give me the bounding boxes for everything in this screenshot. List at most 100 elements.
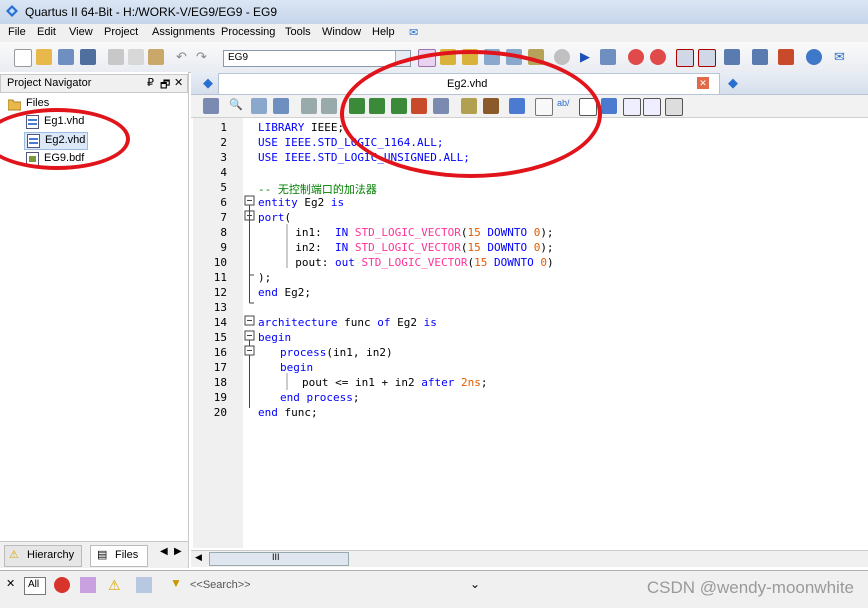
align-left-icon[interactable]	[623, 98, 641, 116]
watermark: CSDN @wendy-moonwhite	[646, 578, 854, 597]
split-view-icon[interactable]	[665, 98, 683, 116]
menu-window[interactable]: Window	[322, 26, 361, 38]
info-filter-icon[interactable]	[136, 577, 152, 593]
insert-tab-icon[interactable]	[601, 98, 617, 114]
column-marker-icon[interactable]	[579, 98, 597, 116]
close-icon[interactable]: ✕	[174, 76, 183, 89]
project-revision-combo[interactable]: EG9	[223, 50, 411, 67]
file-item-eg1[interactable]: Eg1.vhd	[26, 114, 146, 130]
line-number: 15	[213, 331, 227, 344]
line-number-toggle-icon[interactable]	[535, 98, 553, 116]
tab-files-label: Files	[115, 549, 139, 561]
file-item-eg2-selected[interactable]: Eg2.vhd	[24, 132, 88, 150]
save-icon[interactable]	[58, 49, 74, 65]
template-icon[interactable]	[203, 98, 219, 114]
copy-icon[interactable]	[128, 49, 144, 65]
tab-hierarchy[interactable]: ⚠ Hierarchy	[4, 545, 82, 567]
keyword: DOWNTO	[480, 226, 534, 239]
find-icon[interactable]: 🔍	[229, 98, 245, 114]
critical-warning-filter-icon[interactable]	[80, 577, 96, 593]
chevron-down-icon[interactable]: ⌄	[470, 577, 480, 591]
error-filter-icon[interactable]	[54, 577, 70, 593]
help-chat-icon[interactable]: ✉	[409, 26, 418, 39]
tab-eg2-vhd[interactable]: Eg2.vhd ✕	[218, 73, 720, 94]
paste-icon[interactable]	[148, 49, 164, 65]
new-file-icon[interactable]	[14, 49, 32, 67]
programmer-icon[interactable]	[724, 49, 740, 65]
redo-icon[interactable]: ↷	[196, 49, 212, 65]
menu-tools[interactable]: Tools	[285, 26, 311, 38]
fitter-icon[interactable]	[528, 49, 544, 65]
scroll-left-icon[interactable]: ◀	[195, 552, 202, 563]
tab-scroll-right-icon[interactable]: ▶	[174, 546, 184, 564]
warning-triangle-icon: ⚠	[9, 549, 19, 561]
quartus-logo-icon	[6, 5, 18, 17]
warning-filter-icon[interactable]: ⚠	[108, 577, 121, 594]
project-revision-value: EG9	[228, 52, 249, 63]
unindent-icon[interactable]	[321, 98, 337, 114]
netlist-viewer-icon[interactable]	[698, 49, 716, 67]
simulator-icon[interactable]	[752, 49, 768, 65]
float-icon[interactable]: 🗗	[160, 76, 170, 95]
pin-planner-icon[interactable]	[418, 49, 436, 67]
editor-diamond-icon[interactable]: ◆	[203, 75, 213, 91]
code-text: ;	[352, 391, 360, 404]
line-number: 18	[213, 376, 227, 389]
sopc-builder-icon[interactable]	[778, 49, 794, 65]
close-tab-icon[interactable]: ✕	[697, 77, 709, 89]
timing-icon[interactable]	[628, 49, 644, 65]
files-folder[interactable]: Files	[8, 96, 158, 112]
find-replace-icon[interactable]	[251, 98, 267, 114]
chevron-down-icon[interactable]	[395, 51, 410, 66]
message-search-input[interactable]: <<Search>>	[190, 579, 251, 591]
menu-project[interactable]: Project	[104, 26, 138, 38]
pin-icon[interactable]: ₽	[147, 76, 154, 89]
indent-icon[interactable]	[301, 98, 317, 114]
analysis-synthesis-icon[interactable]	[600, 49, 616, 65]
search-funnel-icon[interactable]: ▼	[170, 576, 182, 590]
code-text: (in1, in2)	[326, 346, 393, 359]
scrollbar-thumb[interactable]: III	[209, 552, 349, 566]
open-folder-icon[interactable]	[36, 49, 52, 65]
check-syntax-icon[interactable]	[509, 98, 525, 114]
bookmark-list-icon[interactable]	[433, 98, 449, 114]
next-document-icon[interactable]: ◆	[728, 75, 738, 91]
line-number: 17	[213, 361, 227, 374]
help-icon[interactable]	[806, 49, 822, 65]
previous-bookmark-icon[interactable]	[391, 98, 407, 114]
comment-icon[interactable]	[461, 98, 477, 114]
feedback-icon[interactable]: ✉	[834, 49, 850, 65]
cut-icon[interactable]	[108, 49, 124, 65]
menu-processing[interactable]: Processing	[221, 26, 275, 38]
analysis-icon[interactable]	[484, 49, 500, 65]
rtl-viewer-icon[interactable]	[676, 49, 694, 67]
clear-bookmarks-icon[interactable]	[411, 98, 427, 114]
undo-icon[interactable]: ↶	[176, 49, 192, 65]
timequest-icon[interactable]	[650, 49, 666, 65]
menu-file[interactable]: File	[8, 26, 26, 38]
align-right-icon[interactable]	[643, 98, 661, 116]
menu-view[interactable]: View	[69, 26, 93, 38]
next-bookmark-icon[interactable]	[369, 98, 385, 114]
file-item-eg9-bdf[interactable]: EG9.bdf	[26, 151, 146, 167]
filter-all-button[interactable]: All	[24, 577, 46, 595]
code-text: func	[337, 316, 378, 329]
chip-planner-icon[interactable]	[440, 49, 456, 65]
tab-files[interactable]: ▤ Files	[90, 545, 148, 567]
settings-wand-icon[interactable]	[462, 49, 478, 65]
code-text: );	[540, 241, 554, 254]
goto-line-icon[interactable]	[273, 98, 289, 114]
bookmark-icon[interactable]	[349, 98, 365, 114]
navigator-tabs: ⚠ Hierarchy ▤ Files ◀ ▶	[0, 541, 188, 568]
menu-assignments[interactable]: Assignments	[152, 26, 215, 38]
abc-text-icon[interactable]: ab/	[557, 98, 573, 114]
menu-help[interactable]: Help	[372, 26, 395, 38]
save-all-icon[interactable]	[80, 49, 96, 65]
tab-scroll-left-icon[interactable]: ◀	[160, 546, 170, 564]
uncomment-icon[interactable]	[483, 98, 499, 114]
start-compile-icon[interactable]: ▶	[580, 49, 596, 65]
stop-icon[interactable]	[554, 49, 570, 65]
synthesis-icon[interactable]	[506, 49, 522, 65]
menu-edit[interactable]: Edit	[37, 26, 56, 38]
close-messages-icon[interactable]: ✕	[6, 577, 15, 590]
